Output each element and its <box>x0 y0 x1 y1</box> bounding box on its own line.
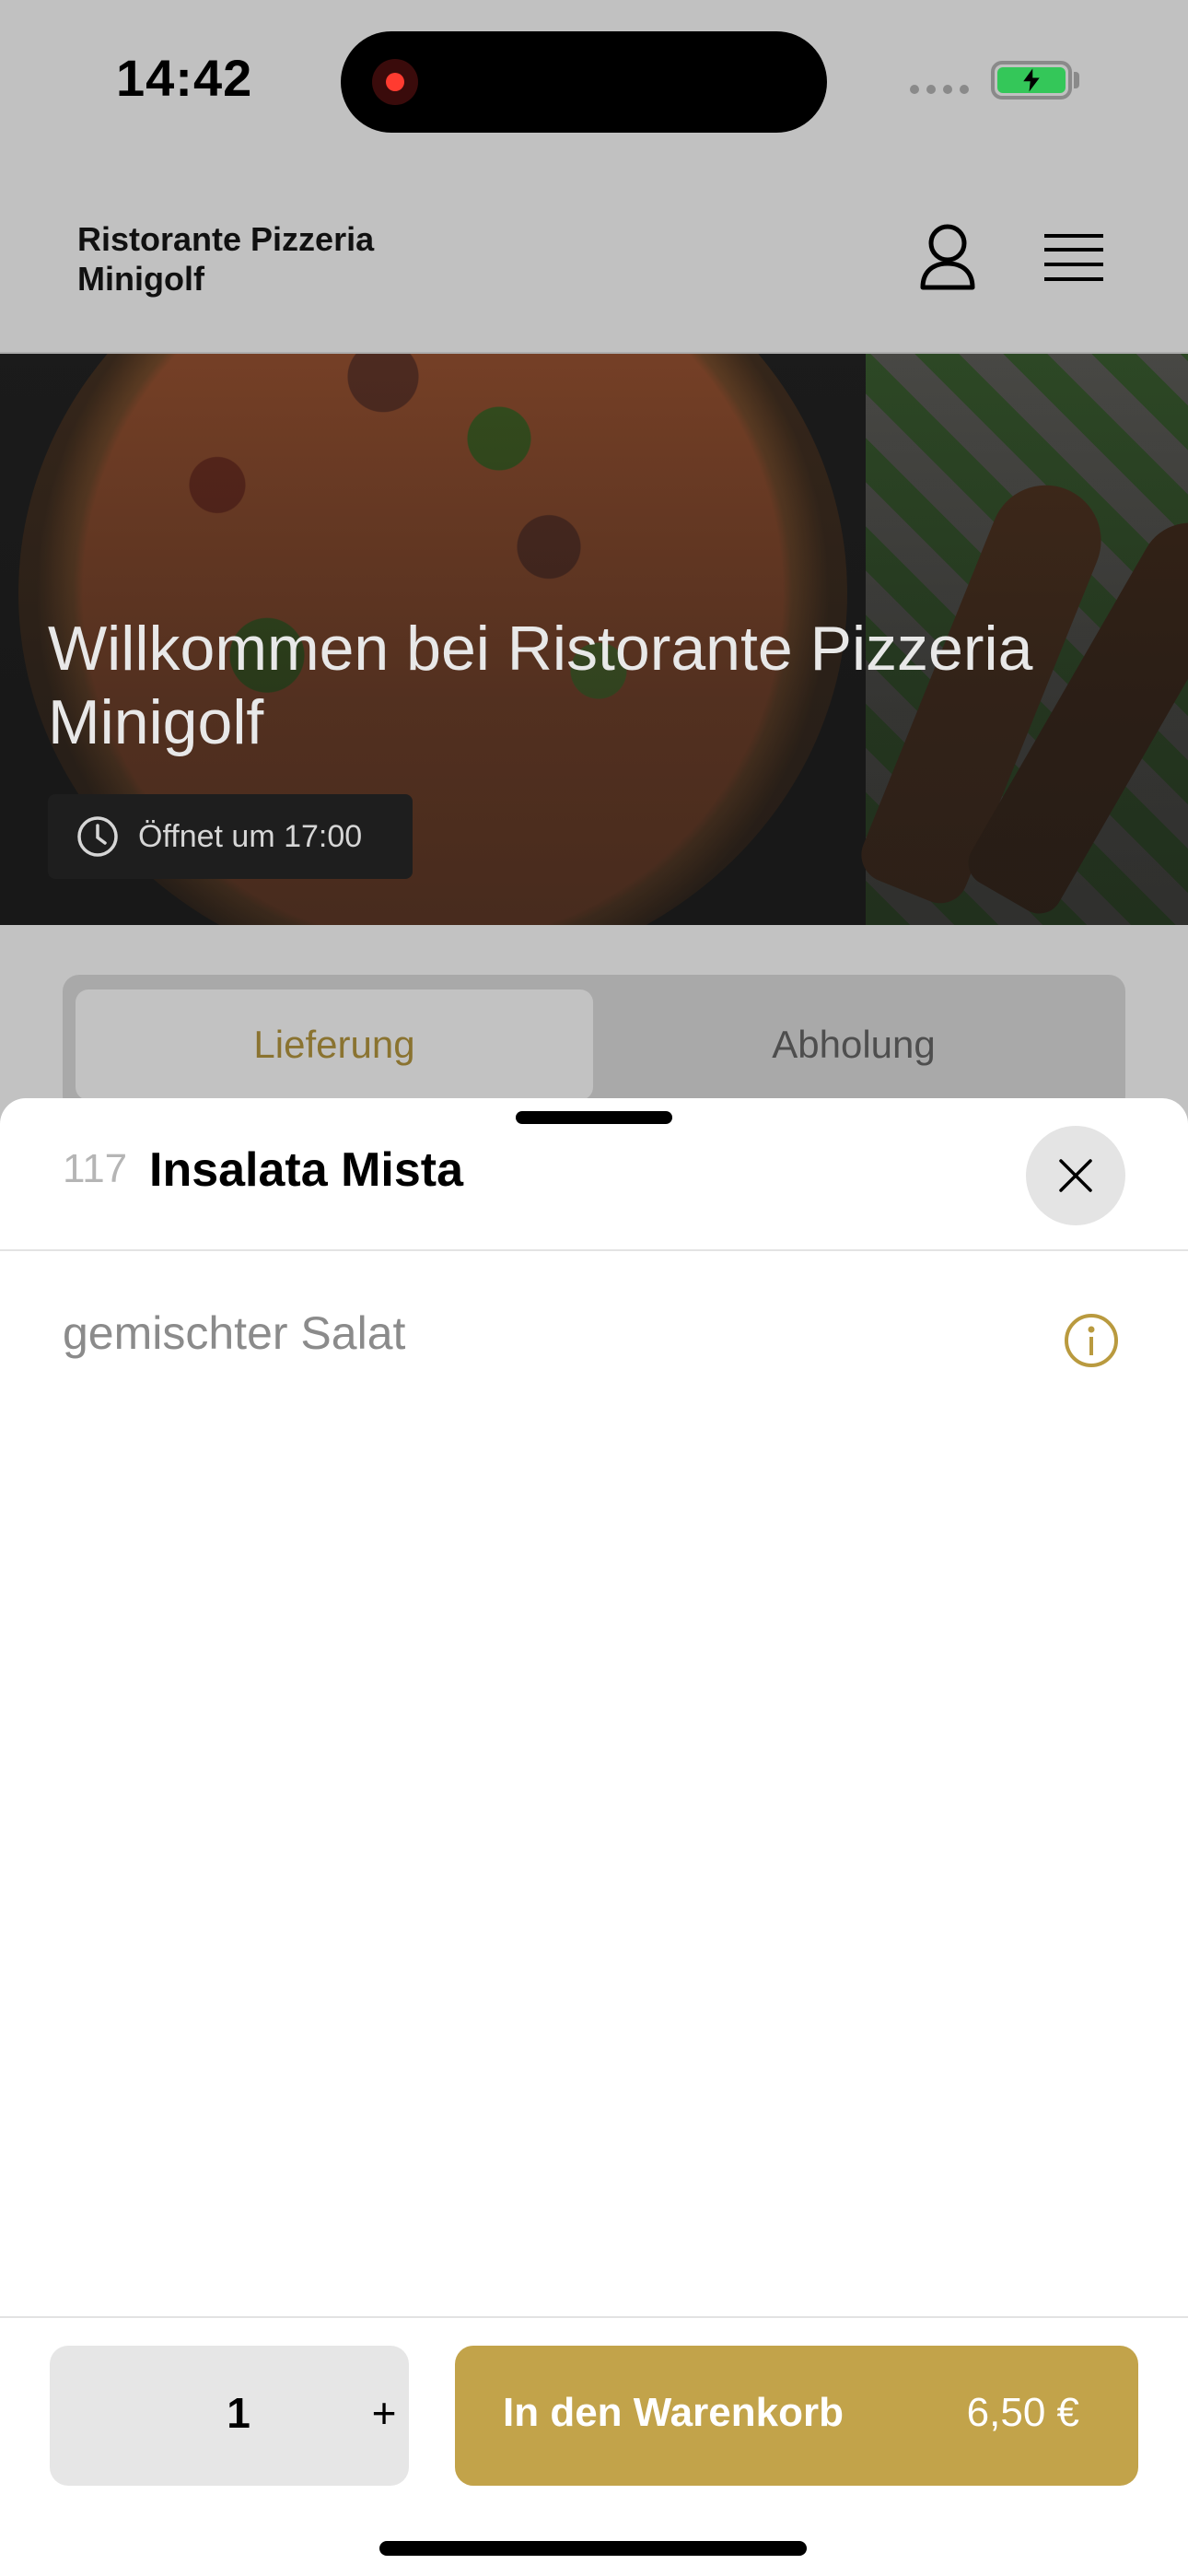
clock-icon <box>77 816 118 857</box>
item-price: 6,50 € <box>966 2390 1079 2435</box>
quantity-value: 1 <box>227 2389 250 2437</box>
battery-nub <box>1074 72 1079 88</box>
order-mode-tabs: Lieferung Abholung <box>63 975 1125 1113</box>
item-number: 117 <box>63 1146 128 1191</box>
info-icon[interactable] <box>1063 1312 1120 1369</box>
close-button[interactable] <box>1026 1126 1125 1225</box>
add-to-cart-button[interactable]: In den Warenkorb 6,50 € <box>455 2346 1138 2486</box>
dynamic-island <box>341 31 827 133</box>
close-icon <box>1059 1159 1092 1192</box>
product-detail-sheet: 117 Insalata Mista gemischter Salat 1 + … <box>0 1098 1188 2576</box>
increment-button[interactable]: + <box>361 2388 407 2438</box>
sheet-grabber[interactable] <box>516 1111 672 1124</box>
sheet-header: 117 Insalata Mista <box>0 1098 1188 1251</box>
home-indicator[interactable] <box>379 2541 807 2556</box>
quantity-stepper: 1 + <box>50 2346 409 2486</box>
app-header: Ristorante Pizzeria Minigolf <box>0 166 1188 354</box>
hero-banner: Willkommen bei Ristorante Pizzeria Minig… <box>0 354 1188 925</box>
battery-icon <box>991 61 1072 100</box>
recording-indicator-icon <box>372 59 418 105</box>
status-time: 14:42 <box>116 49 253 107</box>
tab-pickup[interactable]: Abholung <box>595 989 1112 1100</box>
hamburger-menu-icon[interactable] <box>1044 232 1103 284</box>
sheet-footer: 1 + In den Warenkorb 6,50 € <box>0 2316 1188 2576</box>
cellular-signal-icon <box>910 85 969 94</box>
add-to-cart-label: In den Warenkorb <box>503 2390 844 2435</box>
restaurant-name[interactable]: Ristorante Pizzeria Minigolf <box>77 219 464 299</box>
opening-hours-text: Öffnet um 17:00 <box>138 818 363 854</box>
opening-hours-badge: Öffnet um 17:00 <box>48 794 413 879</box>
hero-title: Willkommen bei Ristorante Pizzeria Minig… <box>48 614 1033 757</box>
user-icon[interactable] <box>917 223 978 291</box>
item-description: gemischter Salat <box>63 1307 406 1359</box>
status-bar: 14:42 <box>0 0 1188 166</box>
tab-delivery[interactable]: Lieferung <box>76 989 593 1100</box>
battery-charging-icon <box>997 67 1066 93</box>
item-name: Insalata Mista <box>149 1143 464 1197</box>
